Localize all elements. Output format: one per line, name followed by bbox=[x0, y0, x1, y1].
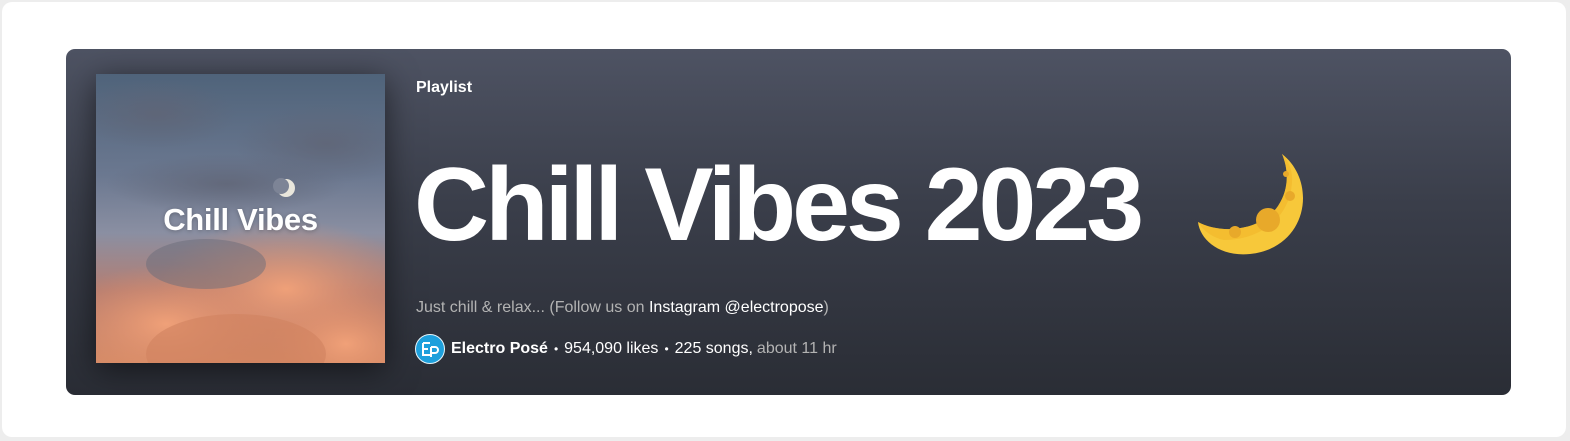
playlist-meta: Electro Posé • 954,090 likes • 225 songs… bbox=[415, 334, 837, 364]
instagram-link[interactable]: Instagram @electropose bbox=[649, 299, 824, 316]
owner-avatar[interactable] bbox=[415, 334, 445, 364]
likes-count: 954,090 likes bbox=[564, 340, 659, 357]
playlist-type-label: Playlist bbox=[416, 79, 473, 96]
crescent-moon-icon bbox=[1198, 154, 1304, 255]
description-suffix: ) bbox=[823, 299, 829, 316]
playlist-header: Chill Vibes Playlist Chill Vibes 2023 Ju… bbox=[66, 49, 1511, 395]
electro-pose-logo-icon bbox=[422, 342, 439, 357]
description-text: Just chill & relax... (Follow us on bbox=[416, 299, 649, 316]
playlist-duration: about 11 hr bbox=[756, 340, 837, 357]
cover-title: Chill Vibes bbox=[163, 202, 318, 237]
meta-separator: • bbox=[664, 342, 669, 356]
page-frame: Chill Vibes Playlist Chill Vibes 2023 Ju… bbox=[2, 2, 1566, 437]
meta-separator: • bbox=[553, 342, 559, 356]
playlist-title[interactable]: Chill Vibes 2023 bbox=[414, 145, 1144, 265]
songs-count: 225 songs, bbox=[674, 340, 753, 357]
owner-name-link[interactable]: Electro Posé bbox=[451, 340, 548, 358]
playlist-description: Just chill & relax... (Follow us on Inst… bbox=[416, 299, 829, 317]
playlist-title-row: Chill Vibes 2023 bbox=[414, 145, 1308, 265]
playlist-cover-image[interactable]: Chill Vibes bbox=[96, 74, 385, 363]
